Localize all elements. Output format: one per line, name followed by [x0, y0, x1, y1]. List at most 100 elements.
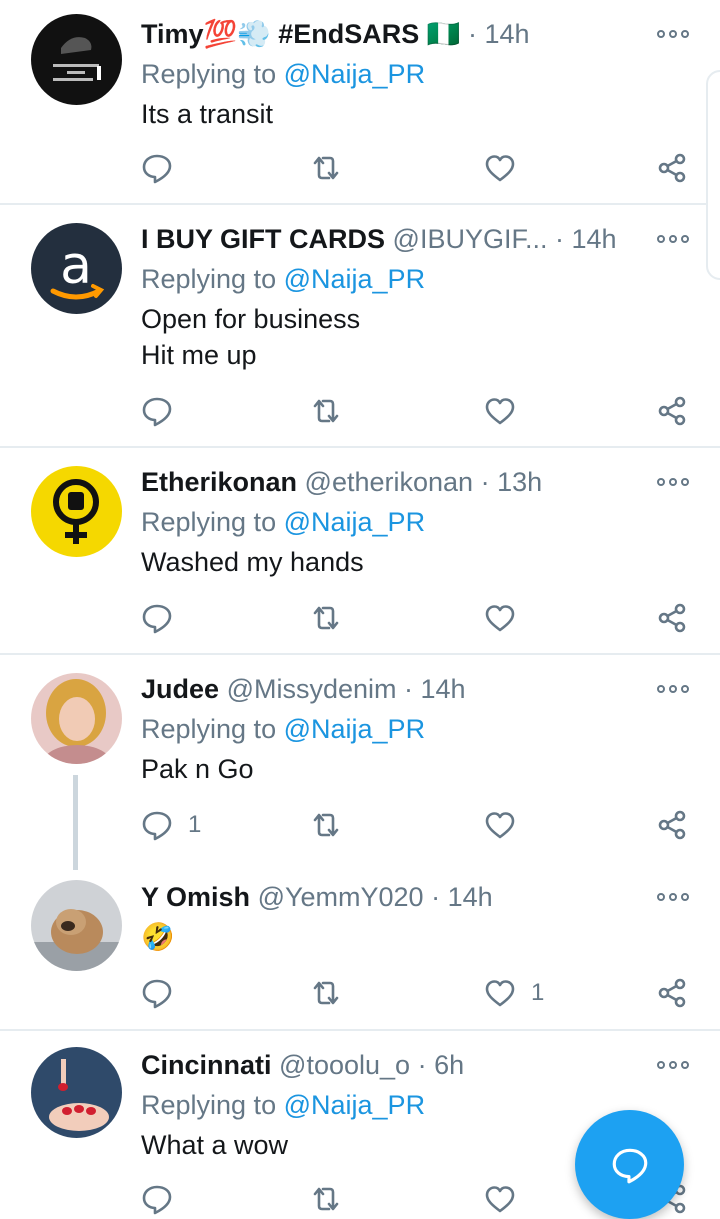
timestamp[interactable]: 14h: [448, 882, 493, 912]
share-button[interactable]: [655, 973, 689, 1013]
replying-to-label: Replying to: [141, 264, 277, 294]
share-button[interactable]: [655, 805, 689, 845]
bulldog-photo-avatar: [31, 880, 122, 971]
mention-link[interactable]: @Naija_PR: [284, 714, 425, 744]
timestamp[interactable]: 6h: [434, 1050, 464, 1080]
like-button[interactable]: [483, 148, 517, 188]
display-name[interactable]: Y Omish: [141, 882, 250, 912]
tweet-text-line: Pak n Go: [141, 754, 254, 784]
reply-button[interactable]: [140, 1179, 174, 1219]
tweet-text: 🤣: [141, 919, 175, 955]
replying-to-label: Replying to: [141, 714, 277, 744]
mention-link[interactable]: @Naija_PR: [284, 1090, 425, 1120]
tweet[interactable]: Y Omish @YemmY020 · 14h 🤣 1: [0, 863, 720, 1031]
display-name[interactable]: Cincinnati: [141, 1050, 272, 1080]
compose-reply-button[interactable]: [575, 1110, 684, 1219]
tweet-header: Etherikonan @etherikonan · 13h: [141, 464, 660, 500]
reply-button[interactable]: 1: [140, 805, 201, 845]
like-button[interactable]: [483, 1179, 517, 1219]
tweet[interactable]: Timy💯💨 #EndSARS 🇳🇬 · 14h Replying to @Na…: [0, 0, 720, 205]
tweet[interactable]: Judee @Missydenim · 14h Replying to @Nai…: [0, 655, 720, 870]
user-handle[interactable]: @etherikonan: [305, 467, 474, 497]
reply-button[interactable]: [140, 598, 174, 638]
like-icon: [485, 398, 515, 425]
tweet-text-line: Hit me up: [141, 340, 257, 370]
user-handle[interactable]: @Missydenim: [227, 674, 397, 704]
retweet-button[interactable]: [309, 973, 343, 1013]
svg-text:a: a: [60, 236, 92, 296]
like-icon: [485, 1186, 515, 1213]
user-handle[interactable]: @YemmY020: [258, 882, 424, 912]
tweet-actions: [0, 391, 720, 431]
retweet-icon: [313, 156, 339, 180]
user-handle[interactable]: @tooolu_o: [279, 1050, 410, 1080]
tweet-text-line: Washed my hands: [141, 547, 364, 577]
avatar[interactable]: [31, 1047, 122, 1138]
like-button[interactable]: [483, 598, 517, 638]
like-button[interactable]: [483, 805, 517, 845]
reply-button[interactable]: [140, 973, 174, 1013]
separator-dot: ·: [480, 467, 498, 497]
timestamp[interactable]: 13h: [497, 467, 542, 497]
tweet-header: Cincinnati @tooolu_o · 6h: [141, 1047, 660, 1083]
avatar[interactable]: a: [31, 223, 122, 314]
avatar[interactable]: [31, 466, 122, 557]
share-button[interactable]: [655, 148, 689, 188]
share-icon: [658, 810, 686, 840]
avatar[interactable]: [31, 673, 122, 764]
more-options-icon[interactable]: [657, 227, 689, 251]
tweet[interactable]: a I BUY GIFT CARDS @IBUYGIF... · 14h Rep…: [0, 205, 720, 448]
more-options-icon[interactable]: [657, 22, 689, 46]
mention-link[interactable]: @Naija_PR: [284, 59, 425, 89]
retweet-button[interactable]: [309, 805, 343, 845]
share-icon: [658, 396, 686, 426]
replying-to-label: Replying to: [141, 1090, 277, 1120]
more-options-icon[interactable]: [657, 470, 689, 494]
avatar[interactable]: [31, 14, 122, 105]
display-name[interactable]: Etherikonan: [141, 467, 297, 497]
retweet-button[interactable]: [309, 1179, 343, 1219]
tweet-actions: 1: [0, 973, 720, 1013]
user-handle[interactable]: @IBUYGIF...: [393, 224, 548, 254]
reply-button[interactable]: [140, 391, 174, 431]
replying-to: Replying to @Naija_PR: [141, 56, 425, 92]
side-panel-edge: [706, 70, 720, 280]
share-button[interactable]: [655, 598, 689, 638]
tweet[interactable]: Etherikonan @etherikonan · 13h Replying …: [0, 448, 720, 655]
reply-icon: [142, 979, 172, 1009]
share-button[interactable]: [655, 391, 689, 431]
timestamp[interactable]: 14h: [484, 19, 529, 49]
retweet-icon: [313, 813, 339, 837]
like-icon: [485, 980, 515, 1007]
tweet-text: Washed my hands: [141, 544, 364, 580]
avatar[interactable]: [31, 880, 122, 971]
display-name[interactable]: I BUY GIFT CARDS: [141, 224, 385, 254]
more-options-icon[interactable]: [657, 1053, 689, 1077]
display-name[interactable]: Judee: [141, 674, 219, 704]
reply-icon: [142, 1185, 172, 1215]
separator-dot: ·: [554, 224, 572, 254]
timestamp[interactable]: 14h: [571, 224, 616, 254]
like-count: 1: [531, 979, 545, 1006]
like-button[interactable]: 1: [483, 973, 544, 1013]
tweet-text: Pak n Go: [141, 751, 254, 787]
display-name[interactable]: Timy💯💨 #EndSARS 🇳🇬: [141, 19, 460, 49]
like-button[interactable]: [483, 391, 517, 431]
separator-dot: ·: [467, 19, 485, 49]
reply-button[interactable]: [140, 148, 174, 188]
retweet-button[interactable]: [309, 148, 343, 188]
more-options-icon[interactable]: [657, 677, 689, 701]
tweet-header: Y Omish @YemmY020 · 14h: [141, 879, 660, 915]
like-icon: [485, 155, 515, 182]
timestamp[interactable]: 14h: [421, 674, 466, 704]
mention-link[interactable]: @Naija_PR: [284, 264, 425, 294]
mention-link[interactable]: @Naija_PR: [284, 507, 425, 537]
share-icon: [658, 153, 686, 183]
retweet-button[interactable]: [309, 391, 343, 431]
compose-reply-icon: [612, 1148, 647, 1183]
retweet-button[interactable]: [309, 598, 343, 638]
share-icon: [658, 978, 686, 1008]
separator-dot: ·: [417, 1050, 435, 1080]
more-options-icon[interactable]: [657, 885, 689, 909]
reply-icon: [142, 397, 172, 427]
